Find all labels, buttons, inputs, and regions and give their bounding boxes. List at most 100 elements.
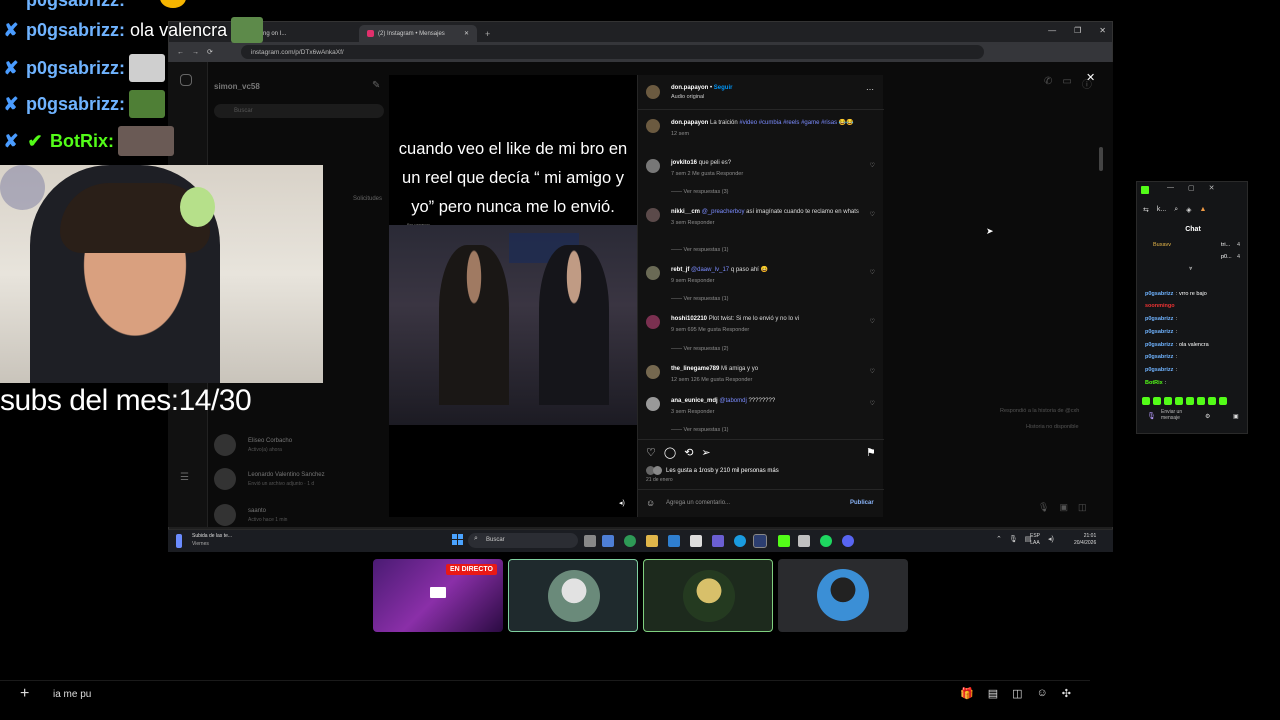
language-indicator[interactable]: ESP LAA	[1030, 533, 1040, 547]
emote-icon[interactable]	[1164, 397, 1172, 405]
outlook-icon[interactable]	[668, 535, 680, 547]
view-replies[interactable]: —— Ver respuestas (1)	[671, 295, 728, 303]
follow-button[interactable]: Seguir	[714, 85, 733, 91]
restore-icon[interactable]: ❐	[1074, 26, 1081, 35]
obs-icon[interactable]	[798, 535, 810, 547]
participant-card[interactable]	[508, 559, 638, 632]
audio-label[interactable]: Audio original	[671, 94, 704, 100]
requests-link[interactable]: Solicitudes	[353, 196, 382, 202]
like-comment-icon[interactable]: ♡	[870, 211, 875, 219]
reel-video[interactable]: cuando veo el like de mi bro en un reel …	[389, 75, 637, 517]
avatar[interactable]	[646, 266, 660, 280]
search-icon[interactable]: ⌕	[1174, 206, 1178, 214]
store-icon[interactable]	[690, 535, 702, 547]
url-field[interactable]: instagram.com/p/DTx6wAnkaXf/	[240, 45, 984, 59]
avatar[interactable]	[646, 208, 660, 222]
emote-icon[interactable]	[1175, 397, 1183, 405]
emote-icon[interactable]	[1208, 397, 1216, 405]
expand-icon[interactable]: ⩔	[1189, 266, 1192, 273]
comment-icon[interactable]: ◯	[664, 446, 676, 459]
mic-icon[interactable]: 🎙	[1038, 502, 1049, 513]
phone-icon[interactable]: ✆	[1044, 76, 1052, 91]
image-icon[interactable]: ▣	[1059, 502, 1068, 513]
emoji-icon[interactable]: ☺	[646, 498, 655, 508]
avatar[interactable]	[646, 119, 660, 133]
steam-icon[interactable]	[753, 534, 767, 548]
shield-icon[interactable]: ◈	[1186, 206, 1191, 214]
like-comment-icon[interactable]: ♡	[870, 162, 875, 170]
repost-icon[interactable]: ⟲	[684, 446, 693, 459]
comment-input[interactable]: Agrega un comentario...	[666, 500, 730, 506]
author-name[interactable]: don.papayon	[671, 85, 708, 91]
likes-summary[interactable]: Les gusta a 1rosb y 210 mil personas más	[646, 466, 779, 475]
scrollbar[interactable]	[1099, 147, 1103, 171]
send-icon[interactable]: ▣	[1233, 413, 1239, 420]
search-input[interactable]: Buscar	[214, 104, 384, 118]
gift-icon[interactable]: 🎁	[960, 687, 974, 700]
gif-icon[interactable]: ▤	[988, 687, 998, 700]
switch-icon[interactable]: ⇆	[1143, 206, 1149, 214]
restore-icon[interactable]: ▢	[1188, 184, 1195, 192]
participant-card[interactable]	[778, 559, 908, 632]
emote-icon[interactable]	[1153, 397, 1161, 405]
dm-item[interactable]: saanto Activo hace 1 min	[214, 504, 384, 526]
widgets-icon[interactable]	[602, 535, 614, 547]
discord-icon[interactable]	[842, 535, 854, 547]
view-replies[interactable]: —— Ver respuestas (2)	[671, 345, 728, 353]
emote-icon[interactable]	[1142, 397, 1150, 405]
avatar[interactable]	[646, 85, 660, 99]
mic-icon[interactable]: 🎙	[1147, 412, 1156, 420]
like-comment-icon[interactable]: ♡	[870, 318, 875, 326]
dm-item[interactable]: Eliseo Corbacho Activo(a) ahora	[214, 434, 384, 458]
like-comment-icon[interactable]: ♡	[870, 368, 875, 376]
message-input[interactable]: ia me pu	[53, 689, 91, 700]
view-replies[interactable]: —— Ver respuestas (3)	[671, 188, 728, 196]
close-icon[interactable]: ✕	[1099, 26, 1106, 35]
chevron-up-icon[interactable]: ⌃	[996, 535, 1002, 543]
view-replies[interactable]: —— Ver respuestas (1)	[671, 426, 728, 434]
notification-icon[interactable]	[176, 534, 182, 548]
dm-item[interactable]: Leonardo Valentino Sanchez Envió un arch…	[214, 468, 384, 492]
publish-button[interactable]: Publicar	[850, 500, 874, 506]
channel-label[interactable]: k...	[1157, 206, 1166, 214]
notification-title[interactable]: Subida de las te...	[192, 533, 232, 539]
minimize-icon[interactable]: —	[1048, 26, 1056, 35]
minimize-icon[interactable]: —	[1167, 184, 1174, 192]
pinned-user[interactable]: Buxavv	[1153, 242, 1171, 248]
chrome-icon[interactable]	[624, 535, 636, 547]
send-message-input[interactable]: Enviar un mensaje	[1161, 409, 1195, 421]
close-modal-icon[interactable]: ✕	[1086, 71, 1095, 84]
forward-icon[interactable]: →	[192, 49, 199, 56]
menu-icon[interactable]: ☰	[180, 472, 189, 483]
compose-icon[interactable]: ✎	[372, 80, 380, 91]
teams-icon[interactable]	[712, 535, 724, 547]
sticker-icon[interactable]: ◫	[1078, 502, 1087, 513]
share-icon[interactable]: ➢	[701, 446, 710, 459]
like-comment-icon[interactable]: ♡	[870, 400, 875, 408]
instagram-icon[interactable]	[180, 74, 192, 86]
save-icon[interactable]: ⚑	[866, 446, 876, 459]
video-icon[interactable]: ▭	[1062, 76, 1071, 91]
emote-icon[interactable]	[1219, 397, 1227, 405]
avatar[interactable]	[646, 159, 660, 173]
emote-icon[interactable]	[1186, 397, 1194, 405]
kick-icon[interactable]	[778, 535, 790, 547]
windows-start-icon[interactable]	[452, 534, 464, 546]
tab-instagram[interactable]: (2) Instagram • Mensajes ✕	[359, 25, 477, 42]
participant-card[interactable]	[643, 559, 773, 632]
alert-icon[interactable]: ▲	[1200, 206, 1207, 214]
taskbar-search[interactable]: Buscar	[468, 533, 578, 548]
reload-icon[interactable]: ⟳	[207, 48, 213, 56]
settings-icon[interactable]: ⚙	[1205, 413, 1210, 420]
volume-icon[interactable]: ◂)	[1048, 535, 1054, 543]
avatar[interactable]	[646, 397, 660, 411]
avatar[interactable]	[646, 365, 660, 379]
like-icon[interactable]: ♡	[646, 446, 656, 459]
back-icon[interactable]: ←	[177, 49, 184, 56]
more-options-icon[interactable]: ⋯	[866, 85, 874, 94]
emote-icon[interactable]	[1197, 397, 1205, 405]
add-icon[interactable]: +	[20, 685, 29, 703]
avatar[interactable]	[646, 315, 660, 329]
clock[interactable]: 21:01 20/4/2026	[1074, 533, 1096, 547]
account-name[interactable]: simon_vc58	[214, 82, 260, 91]
